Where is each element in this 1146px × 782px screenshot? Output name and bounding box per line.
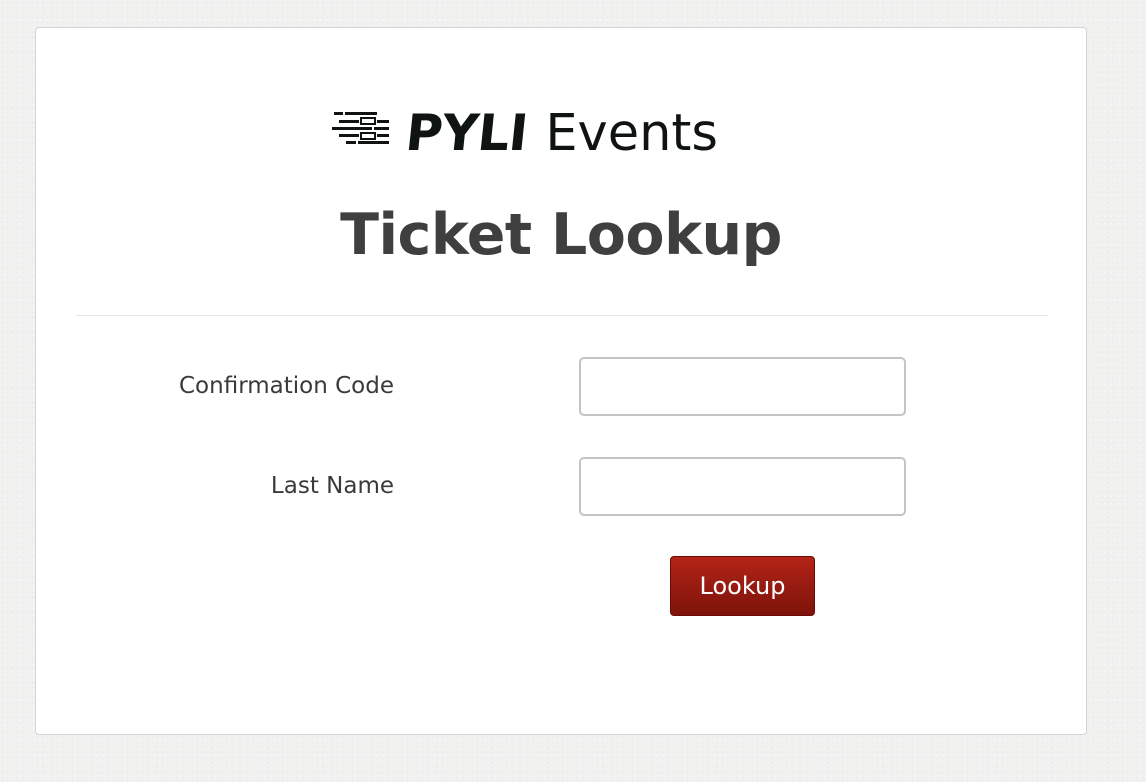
brand-logo: PYLI Events [330,103,792,163]
brand-name: PYLI [402,104,531,162]
last-name-label: Last Name [270,473,394,499]
confirmation-code-input[interactable] [579,357,906,416]
lookup-card: PYLI Events Ticket Lookup Confirmation Co… [35,27,1087,735]
lookup-button[interactable]: Lookup [670,556,815,616]
speed-lines-icon [332,112,389,144]
brand-wordmark: PYLI Events [402,103,719,163]
confirmation-code-label: Confirmation Code [179,373,394,399]
brand-suffix: Events [545,104,719,163]
last-name-input[interactable] [579,457,906,516]
page-title: Ticket Lookup [340,202,782,268]
header-divider [76,315,1048,316]
